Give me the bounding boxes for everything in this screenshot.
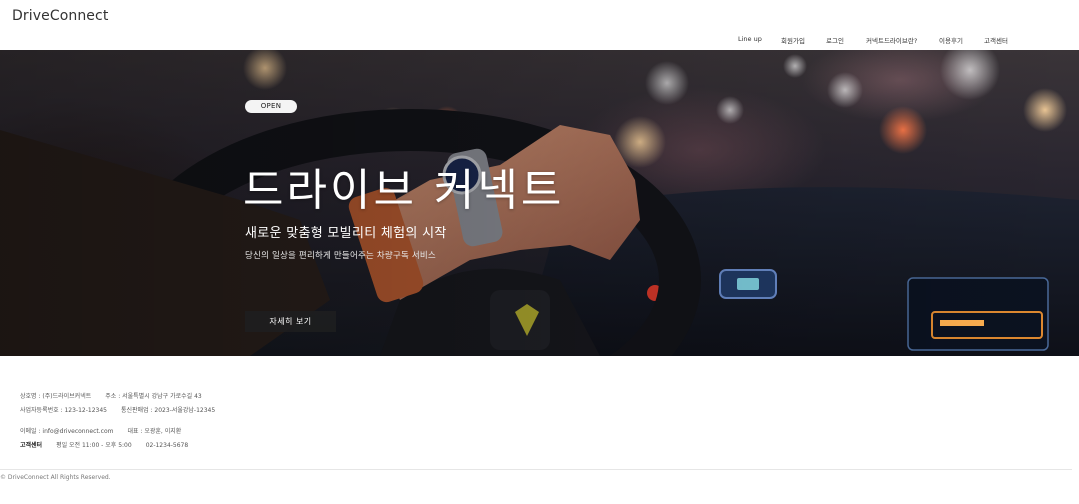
- hero-description: 당신의 일상을 편리하게 만들어주는 차량구독 서비스: [245, 251, 436, 261]
- copyright: © DriveConnect All Rights Reserved.: [0, 474, 111, 481]
- open-badge: OPEN: [245, 100, 297, 113]
- hero-title: 드라이브 커넥트: [243, 165, 565, 216]
- site-header: DriveConnect Line up 회원가입 로그인 커넥트드라이브란? …: [0, 0, 1079, 50]
- nav-item-support[interactable]: 고객센터: [984, 35, 1008, 45]
- footer-row-contact: 이메일 : info@driveconnect.com 대표 : 오광훈, 이지환: [20, 426, 181, 435]
- nav-item-lineup[interactable]: Line up: [738, 35, 762, 43]
- nav-item-signup[interactable]: 회원가입: [781, 35, 805, 45]
- hero-banner: OPEN 드라이브 커넥트 새로운 맞춤형 모빌리티 체험의 시작 당신의 일상…: [0, 50, 1079, 356]
- footer-cs-phone[interactable]: 02-1234-5678: [146, 442, 189, 449]
- footer-row-customer-center: 고객센터 평일 오전 11:00 - 오후 5:00 02-1234-5678: [20, 440, 188, 449]
- footer-email[interactable]: 이메일 : info@driveconnect.com: [20, 428, 113, 435]
- footer-row-company: 상호명 : (주)드라이브커넥트 주소 : 서울특별시 강남구 가로수길 43: [20, 391, 202, 400]
- site-logo[interactable]: DriveConnect: [12, 8, 108, 24]
- nav-item-login[interactable]: 로그인: [826, 35, 844, 45]
- footer-ceo: 대표 : 오광훈, 이지환: [127, 428, 182, 435]
- hero-subtitle: 새로운 맞춤형 모빌리티 체험의 시작: [245, 226, 447, 241]
- footer-row-registration: 사업자등록번호 : 123-12-12345 통신판매업 : 2023-서울강남-…: [20, 405, 215, 414]
- site-footer: 상호명 : (주)드라이브커넥트 주소 : 서울특별시 강남구 가로수길 43 사…: [0, 356, 1079, 504]
- main-nav: Line up 회원가입 로그인 커넥트드라이브란? 이용후기 고객센터: [0, 35, 1079, 47]
- footer-company: 상호명 : (주)드라이브커넥트: [20, 393, 92, 400]
- nav-item-reviews[interactable]: 이용후기: [939, 35, 963, 45]
- footer-ecommerce-number: 통신판매업 : 2023-서울강남-12345: [120, 407, 216, 414]
- footer-cs-hours: 평일 오전 11:00 - 오후 5:00: [56, 442, 132, 449]
- footer-divider: [0, 469, 1072, 470]
- nav-item-about[interactable]: 커넥트드라이브란?: [866, 35, 917, 45]
- learn-more-button[interactable]: 자세히 보기: [245, 311, 336, 332]
- footer-business-number: 사업자등록번호 : 123-12-12345: [20, 407, 107, 414]
- footer-cs-label: 고객센터: [20, 442, 43, 449]
- footer-address: 주소 : 서울특별시 강남구 가로수길 43: [105, 393, 202, 400]
